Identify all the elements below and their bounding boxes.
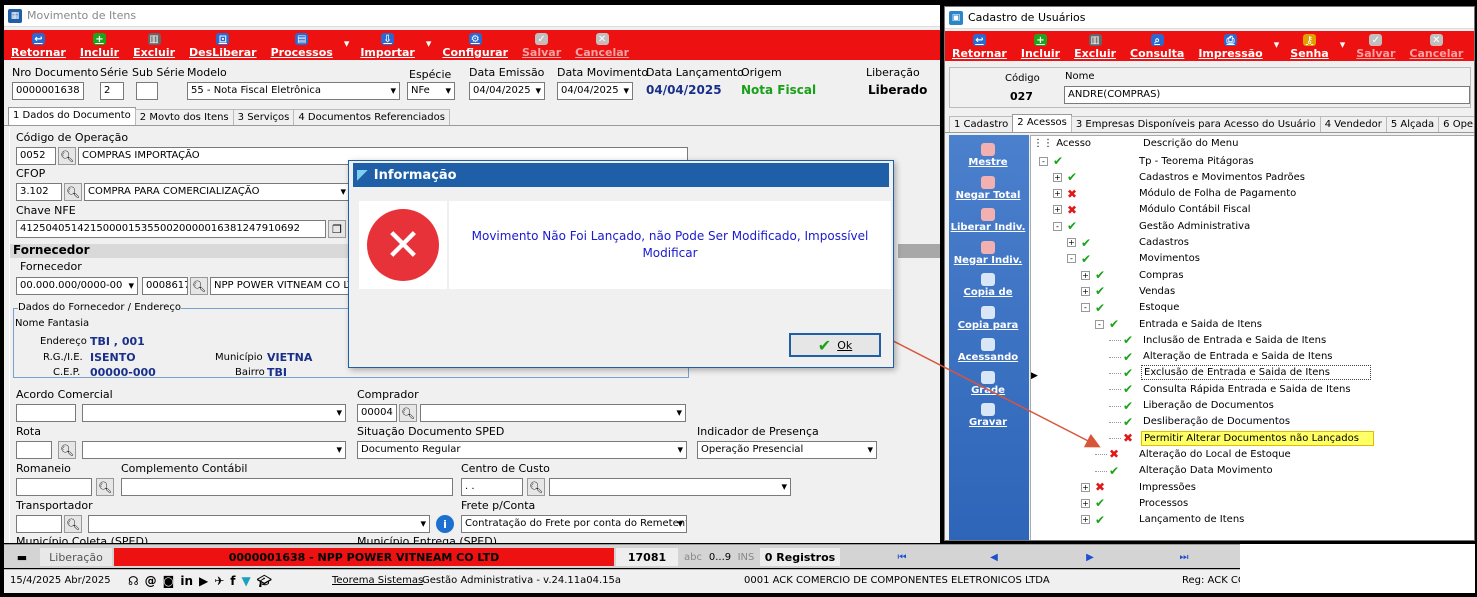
dialog-message: Movimento Não Foi Lançado, não Pode Ser …	[449, 201, 891, 289]
info-dialog: ◤ Informação ✕ Movimento Não Foi Lançado…	[348, 160, 894, 368]
dialog-title: Informação	[373, 167, 457, 183]
check-icon: ✔	[817, 335, 832, 355]
error-icon: ✕	[367, 209, 439, 281]
dialog-icon-box: ✕	[359, 201, 447, 289]
teorema-logo-icon: ◤	[357, 167, 368, 183]
dialog-titlebar[interactable]: ◤ Informação	[353, 163, 889, 187]
ok-button[interactable]: ✔ Ok	[789, 333, 881, 357]
